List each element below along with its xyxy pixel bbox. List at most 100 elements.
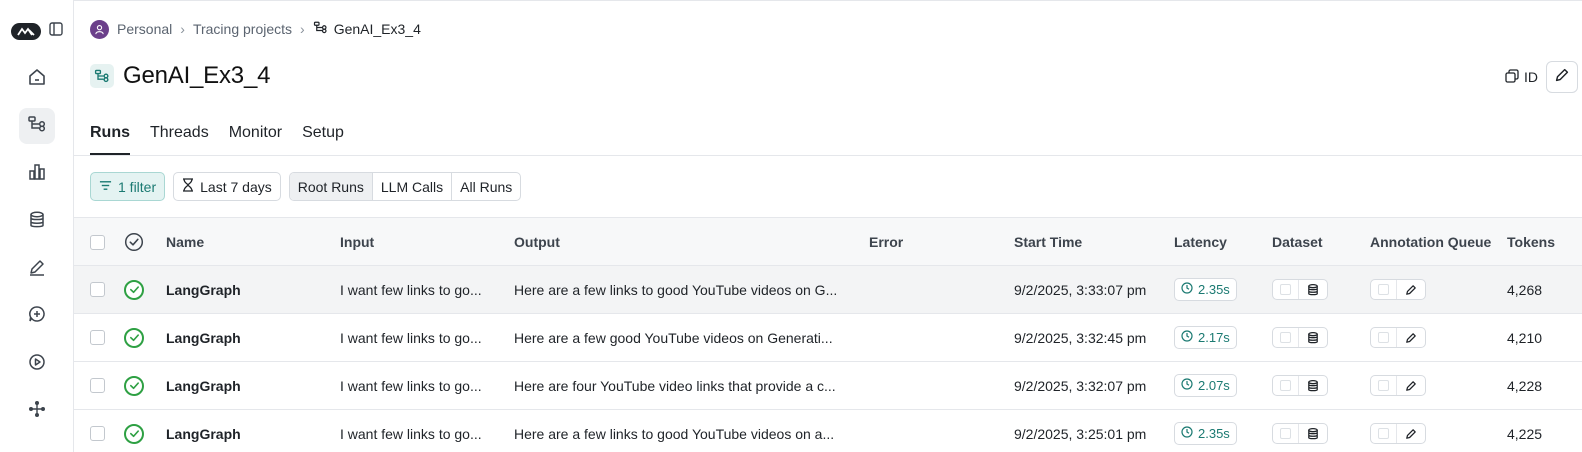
add-to-annotation-queue-control[interactable] [1370, 314, 1426, 361]
add-to-annotation-queue-control[interactable] [1370, 362, 1426, 409]
column-header-name[interactable]: Name [166, 218, 204, 266]
row-checkbox[interactable] [90, 314, 105, 361]
breadcrumb-workspace-link[interactable]: Personal [117, 21, 172, 37]
monitoring-nav-button[interactable] [19, 156, 55, 192]
pen-icon [27, 257, 47, 282]
home-icon [27, 67, 47, 92]
add-to-annotation-queue-control[interactable] [1370, 410, 1426, 452]
home-nav-button[interactable] [19, 61, 55, 97]
bar-chart-icon [27, 162, 47, 187]
runs-table: Name Input Output Error Start Time Laten… [74, 218, 1582, 452]
pen-icon [1397, 280, 1425, 299]
breadcrumb-current-label: GenAI_Ex3_4 [333, 21, 421, 37]
chevron-right-icon: › [300, 21, 305, 37]
run-tokens: 4,268 [1507, 281, 1543, 298]
table-row[interactable]: LangGraph I want few links to go... Here… [74, 314, 1582, 362]
main-content: Personal › Tracing projects › GenAI_Ex3_… [74, 0, 1582, 452]
add-to-dataset-control[interactable] [1272, 266, 1328, 313]
run-name[interactable]: LangGraph [166, 410, 241, 452]
deployments-nav-button[interactable] [19, 393, 55, 429]
breadcrumb: Personal › Tracing projects › GenAI_Ex3_… [90, 19, 421, 39]
row-checkbox[interactable] [90, 362, 105, 409]
run-input: I want few links to go... [340, 329, 482, 346]
latency-value: 2.35s [1198, 282, 1230, 297]
column-header-start-time[interactable]: Start Time [1014, 218, 1082, 266]
select-all-checkbox[interactable] [90, 218, 105, 266]
row-checkbox[interactable] [90, 410, 105, 452]
run-name[interactable]: LangGraph [166, 266, 241, 313]
latency-badge: 2.35s [1174, 410, 1237, 452]
rail-header [11, 22, 63, 41]
copy-id-label: ID [1524, 69, 1538, 85]
column-header-input[interactable]: Input [340, 218, 374, 266]
add-to-dataset-control[interactable] [1272, 410, 1328, 452]
add-to-annotation-queue-control[interactable] [1370, 266, 1426, 313]
column-header-latency[interactable]: Latency [1174, 218, 1227, 266]
clock-icon [1181, 378, 1193, 393]
sidebar-toggle-icon[interactable] [49, 22, 63, 41]
edit-project-button[interactable] [1546, 61, 1578, 93]
add-to-dataset-control[interactable] [1272, 362, 1328, 409]
latency-badge: 2.07s [1174, 362, 1237, 409]
copy-id-button[interactable]: ID [1503, 65, 1540, 90]
latency-badge: 2.35s [1174, 266, 1237, 313]
tracing-projects-icon [313, 20, 328, 38]
pen-icon [1397, 328, 1425, 347]
table-row[interactable]: LangGraph I want few links to go... Here… [74, 410, 1582, 452]
column-header-output[interactable]: Output [514, 218, 560, 266]
run-start-time: 9/2/2025, 3:32:45 pm [1014, 329, 1147, 346]
latency-value: 2.35s [1198, 426, 1230, 441]
copy-icon [1505, 68, 1519, 86]
database-icon [27, 210, 47, 235]
run-start-time: 9/2/2025, 3:32:07 pm [1014, 377, 1147, 394]
run-tokens: 4,210 [1507, 329, 1543, 346]
run-name[interactable]: LangGraph [166, 362, 241, 409]
tracing-nav-button[interactable] [19, 108, 55, 144]
row-checkbox[interactable] [90, 266, 105, 313]
column-header-error[interactable]: Error [869, 218, 903, 266]
column-header-annotation-queue[interactable]: Annotation Queue [1370, 218, 1491, 266]
add-to-dataset-control[interactable] [1272, 314, 1328, 361]
tab-monitor[interactable]: Monitor [229, 118, 282, 155]
table-row[interactable]: LangGraph I want few links to go... Here… [74, 362, 1582, 410]
run-type-selector: Root Runs LLM Calls All Runs [288, 172, 522, 201]
playground-nav-button[interactable] [19, 346, 55, 382]
time-range-label: Last 7 days [200, 178, 272, 195]
clock-icon [1181, 330, 1193, 345]
column-header-tokens[interactable]: Tokens [1507, 218, 1555, 266]
annotation-nav-button[interactable] [19, 251, 55, 287]
root-runs-option[interactable]: Root Runs [289, 173, 373, 200]
breadcrumb-current: GenAI_Ex3_4 [313, 20, 421, 38]
clock-icon [1181, 426, 1193, 441]
database-icon [1299, 424, 1327, 443]
database-icon [1299, 280, 1327, 299]
latency-badge: 2.17s [1174, 314, 1237, 361]
project-tabs: Runs Threads Monitor Setup [90, 118, 344, 155]
success-status-icon [124, 410, 144, 452]
pen-icon [1397, 376, 1425, 395]
table-header: Name Input Output Error Start Time Laten… [74, 218, 1582, 266]
play-circle-icon [27, 352, 47, 377]
all-runs-option[interactable]: All Runs [452, 173, 520, 200]
database-icon [1299, 376, 1327, 395]
datasets-nav-button[interactable] [19, 204, 55, 240]
run-name[interactable]: LangGraph [166, 314, 241, 361]
time-range-button[interactable]: Last 7 days [173, 172, 281, 201]
pen-icon [1397, 424, 1425, 443]
table-row[interactable]: LangGraph I want few links to go... Here… [74, 266, 1582, 314]
database-icon [1299, 328, 1327, 347]
tab-setup[interactable]: Setup [302, 118, 344, 155]
run-start-time: 9/2/2025, 3:25:01 pm [1014, 425, 1147, 442]
tab-threads[interactable]: Threads [150, 118, 209, 155]
column-header-dataset[interactable]: Dataset [1272, 218, 1323, 266]
run-output: Here are a few links to good YouTube vid… [514, 281, 838, 298]
run-output: Here are a few links to good YouTube vid… [514, 425, 835, 442]
filter-button[interactable]: 1 filter [90, 172, 166, 201]
run-tokens: 4,228 [1507, 377, 1543, 394]
breadcrumb-tracing-projects-link[interactable]: Tracing projects [193, 21, 292, 37]
prompts-nav-button[interactable] [19, 298, 55, 334]
llm-calls-option[interactable]: LLM Calls [373, 173, 453, 200]
tab-runs[interactable]: Runs [90, 118, 130, 155]
langsmith-logo[interactable] [11, 23, 41, 40]
latency-value: 2.17s [1198, 330, 1230, 345]
